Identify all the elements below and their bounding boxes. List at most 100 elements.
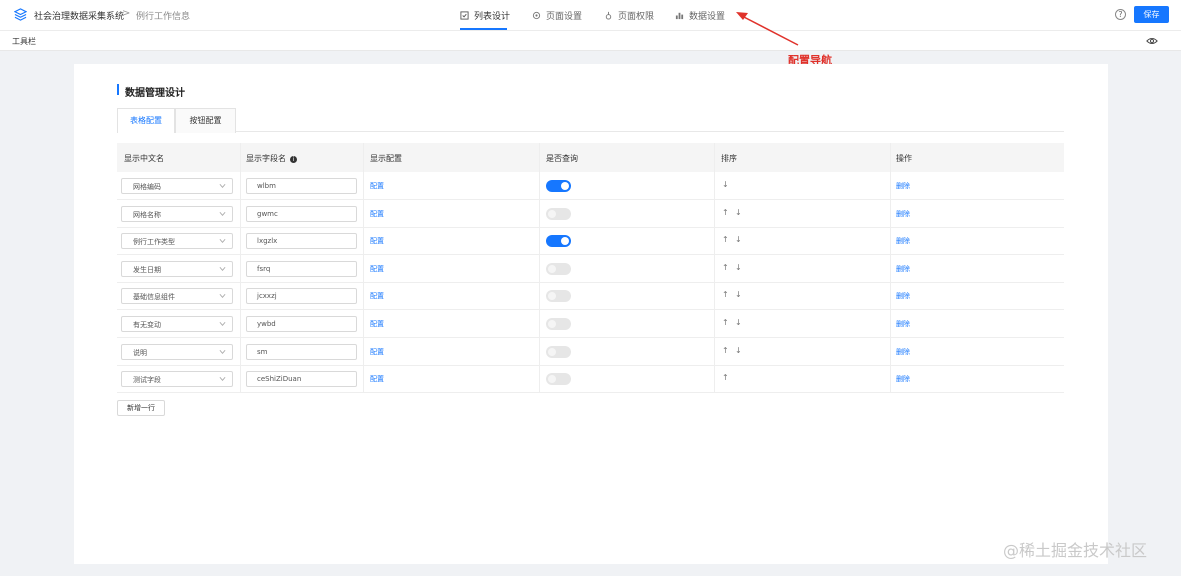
info-icon[interactable]: i: [290, 156, 297, 163]
config-link[interactable]: 配置: [370, 264, 384, 274]
chevron-down-icon: [219, 183, 226, 188]
delete-link[interactable]: 删除: [896, 319, 910, 329]
chevron-down-icon: [219, 293, 226, 298]
query-toggle[interactable]: [546, 373, 571, 385]
display-name-select[interactable]: 基础信息组件: [121, 288, 233, 304]
delete-link[interactable]: 删除: [896, 236, 910, 246]
sort-up-icon[interactable]: ↑: [722, 263, 729, 272]
delete-link[interactable]: 删除: [896, 209, 910, 219]
delete-link[interactable]: 删除: [896, 181, 910, 191]
sort-down-icon[interactable]: ↓: [735, 318, 742, 327]
watermark: @稀土掘金技术社区: [1003, 541, 1148, 560]
display-name-select[interactable]: 说明: [121, 344, 233, 360]
toggle-knob: [561, 237, 569, 245]
toggle-knob: [548, 292, 556, 300]
config-link[interactable]: 配置: [370, 347, 384, 357]
display-name-select[interactable]: 测试字段: [121, 371, 233, 387]
sort-up-icon[interactable]: ↑: [722, 318, 729, 327]
field-name-input[interactable]: fsrq: [246, 261, 357, 277]
query-toggle[interactable]: [546, 346, 571, 358]
query-toggle[interactable]: [546, 263, 571, 275]
nav-tab-page-permission[interactable]: 页面权限: [604, 9, 654, 22]
query-toggle[interactable]: [546, 208, 571, 220]
delete-link[interactable]: 删除: [896, 347, 910, 357]
top-header: 社会治理数据采集系统 > 例行工作信息 列表设计 页面设置 页面权限 数据设置 …: [0, 0, 1181, 31]
sort-down-icon[interactable]: ↓: [735, 346, 742, 355]
display-name-select[interactable]: 例行工作类型: [121, 233, 233, 249]
add-row-button[interactable]: 新增一行: [117, 400, 165, 416]
config-link[interactable]: 配置: [370, 209, 384, 219]
sort-up-icon[interactable]: ↑: [722, 208, 729, 217]
sort-down-icon[interactable]: ↓: [735, 290, 742, 299]
toggle-knob: [548, 265, 556, 273]
display-name-select[interactable]: 网格编码: [121, 178, 233, 194]
nav-tab-page-settings[interactable]: 页面设置: [532, 9, 582, 22]
column-divider: [890, 143, 891, 392]
sort-down-icon[interactable]: ↓: [735, 263, 742, 272]
field-name-input[interactable]: jcxxzj: [246, 288, 357, 304]
field-name-input[interactable]: ceShiZiDuan: [246, 371, 357, 387]
column-header: 是否查询: [546, 154, 578, 163]
field-value: fsrq: [257, 265, 271, 273]
field-name-input[interactable]: sm: [246, 344, 357, 360]
config-link[interactable]: 配置: [370, 291, 384, 301]
toolbar: 工具栏: [0, 31, 1181, 51]
table-row: 基础信息组件 jcxxzj 配置 ↑ ↓ 删除: [117, 282, 1064, 310]
field-name-input[interactable]: gwmc: [246, 206, 357, 222]
select-value: 网格编码: [133, 183, 161, 191]
field-name-input[interactable]: wlbm: [246, 178, 357, 194]
page-permission-icon: [605, 11, 612, 20]
nav-tab-list-design[interactable]: 列表设计: [460, 9, 510, 22]
nav-tab-label: 列表设计: [474, 12, 511, 22]
sort-up-icon[interactable]: ↑: [722, 235, 729, 244]
column-header: 显示字段名 i: [246, 153, 297, 164]
sort-down-icon[interactable]: ↓: [735, 235, 742, 244]
column-header: 排序: [721, 154, 737, 163]
save-button[interactable]: 保存: [1134, 6, 1169, 23]
query-toggle[interactable]: [546, 180, 571, 192]
section-accent-bar: [117, 84, 119, 95]
eye-icon[interactable]: [1146, 36, 1158, 46]
table-row: 测试字段 ceShiZiDuan 配置 ↑ 删除: [117, 365, 1064, 393]
tab-table-config[interactable]: 表格配置: [117, 108, 175, 133]
select-value: 网格名称: [133, 211, 161, 219]
config-link[interactable]: 配置: [370, 319, 384, 329]
display-name-select[interactable]: 有无变动: [121, 316, 233, 332]
delete-link[interactable]: 删除: [896, 374, 910, 384]
field-value: sm: [257, 348, 268, 356]
config-link[interactable]: 配置: [370, 181, 384, 191]
app-brand[interactable]: 社会治理数据采集系统: [34, 9, 124, 22]
list-design-icon: [460, 11, 469, 20]
select-value: 有无变动: [133, 321, 161, 329]
display-name-select[interactable]: 发生日期: [121, 261, 233, 277]
column-divider: [240, 143, 241, 392]
chevron-down-icon: [219, 349, 226, 354]
chevron-down-icon: [219, 376, 226, 381]
query-toggle[interactable]: [546, 290, 571, 302]
sort-down-icon[interactable]: ↓: [722, 180, 729, 189]
nav-tab-data-settings[interactable]: 数据设置: [675, 9, 725, 22]
sort-up-icon[interactable]: ↑: [722, 290, 729, 299]
field-name-input[interactable]: lxgzlx: [246, 233, 357, 249]
nav-tab-label: 页面权限: [618, 12, 655, 22]
tab-button-config[interactable]: 按钮配置: [175, 108, 236, 133]
bar-chart-icon: [675, 12, 684, 20]
sort-up-icon[interactable]: ↑: [722, 373, 729, 382]
delete-link[interactable]: 删除: [896, 264, 910, 274]
nav-tab-label: 数据设置: [689, 12, 726, 22]
delete-link[interactable]: 删除: [896, 291, 910, 301]
toolbar-label: 工具栏: [12, 37, 36, 46]
display-name-select[interactable]: 网格名称: [121, 206, 233, 222]
field-name-input[interactable]: ywbd: [246, 316, 357, 332]
config-link[interactable]: 配置: [370, 374, 384, 384]
help-icon[interactable]: ?: [1115, 9, 1126, 20]
config-link[interactable]: 配置: [370, 236, 384, 246]
query-toggle[interactable]: [546, 318, 571, 330]
query-toggle[interactable]: [546, 235, 571, 247]
sort-up-icon[interactable]: ↑: [722, 346, 729, 355]
field-value: ywbd: [257, 320, 276, 328]
field-value: gwmc: [257, 210, 278, 218]
chevron-down-icon: [219, 238, 226, 243]
sort-down-icon[interactable]: ↓: [735, 208, 742, 217]
column-divider: [539, 143, 540, 392]
